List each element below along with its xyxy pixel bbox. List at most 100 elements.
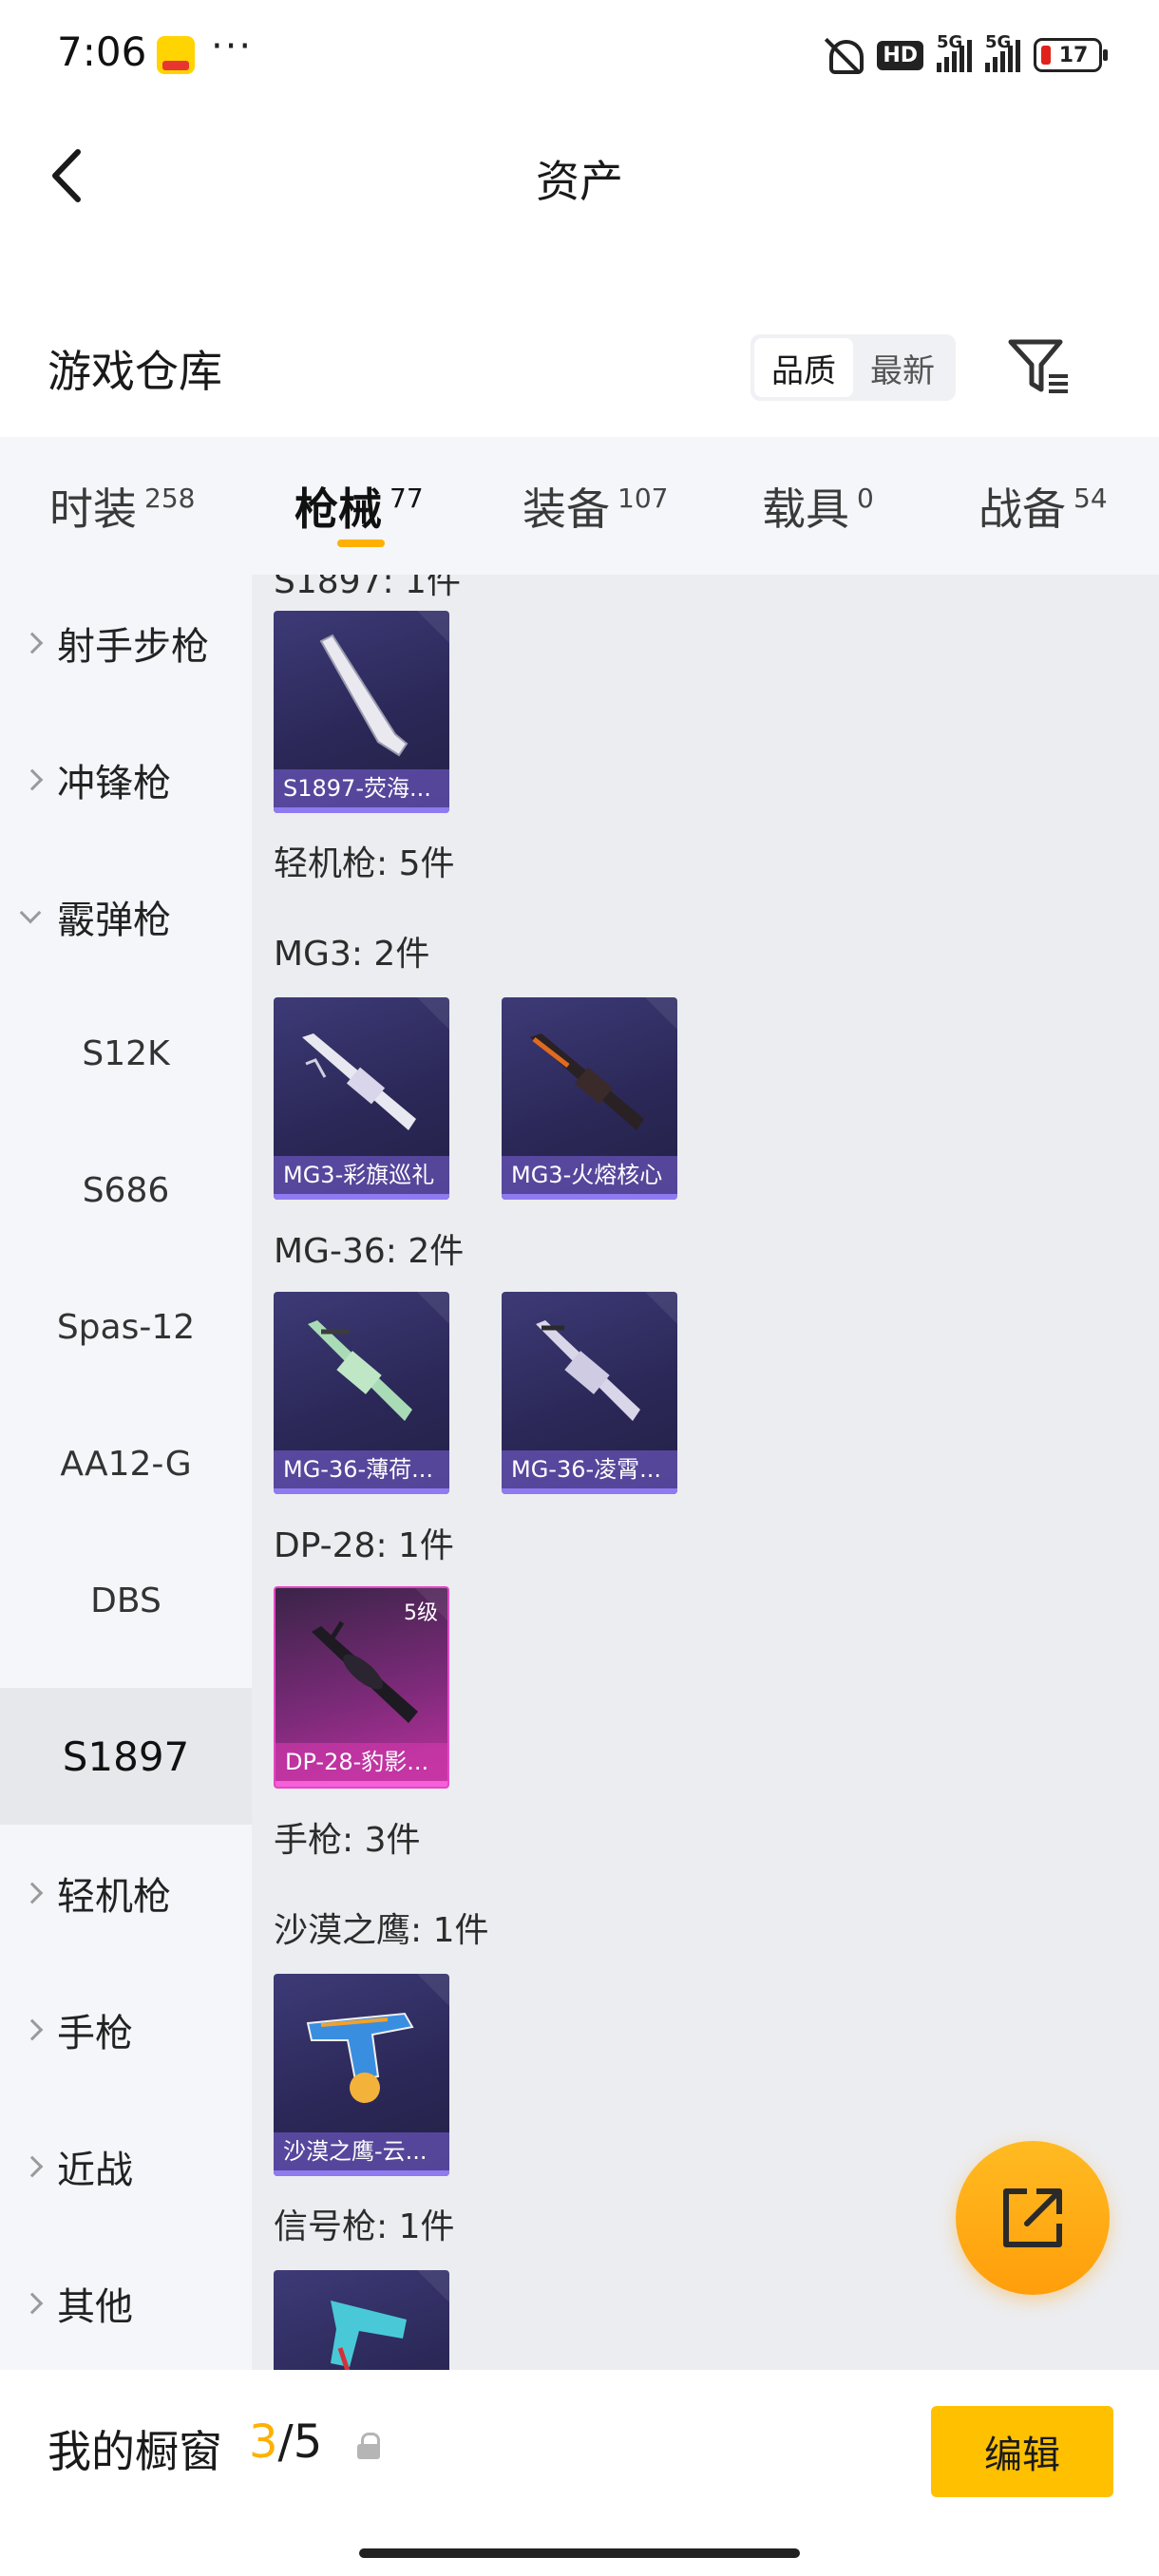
tab-equipment[interactable]: 装备 107: [522, 475, 668, 551]
battery-icon: 17: [1034, 38, 1108, 72]
sidebar-item-melee[interactable]: 近战: [0, 2098, 252, 2235]
filter-icon: [1008, 339, 1068, 393]
sidebar-item-pistol[interactable]: 手枪: [0, 1961, 252, 2098]
flare-gun-icon: [331, 2301, 407, 2370]
rifle-icon: [536, 1320, 640, 1421]
sort-by-newest-button[interactable]: 最新: [853, 338, 952, 397]
hd-voice-icon: HD: [877, 40, 923, 70]
sidebar-item-label: 手枪: [57, 2012, 133, 2055]
status-indicators: HD 5G 5G 17: [822, 32, 1108, 76]
showcase-separator: /: [277, 2415, 294, 2469]
pistol-icon: [306, 2012, 414, 2103]
item-card-flare-gun[interactable]: [274, 2270, 449, 2370]
section-header-flare-gun: 信号枪: 1件: [274, 2207, 455, 2246]
chevron-down-icon: [19, 901, 42, 924]
tab-label: 载具: [762, 483, 849, 535]
item-name: DP-28-豹影...: [276, 1743, 447, 1781]
sidebar-item-label: 射手步枪: [57, 625, 209, 669]
signal-icon-2: 5G: [985, 32, 1020, 72]
tab-count: 54: [1074, 483, 1108, 514]
item-card-s1897[interactable]: S1897-荧海...: [274, 611, 449, 813]
sort-toggle: 品质 最新: [750, 334, 956, 401]
section-header-s1897: S1897: 1件: [274, 575, 461, 601]
item-name: MG3-火熔核心: [502, 1156, 677, 1194]
lock-icon: [357, 2433, 382, 2461]
battery-level: 17: [1058, 43, 1089, 67]
mute-icon: [822, 34, 864, 76]
section-header-mg36: MG-36: 2件: [274, 1232, 465, 1271]
weapon-type-sidebar: 射手步枪 冲锋枪 霰弹枪 S12K S686 Spas-12 AA12-G DB…: [0, 575, 252, 2370]
tab-vehicles[interactable]: 载具 0: [762, 475, 874, 551]
item-name: 沙漠之鹰-云...: [274, 2132, 449, 2170]
share-button[interactable]: [956, 2141, 1110, 2295]
item-card-desert-eagle[interactable]: 沙漠之鹰-云...: [274, 1974, 449, 2176]
sidebar-item-spas-12[interactable]: Spas-12: [0, 1259, 252, 1395]
active-tab-indicator: [337, 540, 385, 547]
sidebar-item-marksman-rifle[interactable]: 射手步枪: [0, 575, 252, 711]
showcase-used: 3: [249, 2415, 278, 2469]
sidebar-item-label: 霰弹枪: [57, 899, 171, 942]
page-title: 资产: [536, 156, 623, 207]
sidebar-item-lmg[interactable]: 轻机枪: [0, 1825, 252, 1961]
sidebar-item-s686[interactable]: S686: [0, 1122, 252, 1259]
weapon-grid: S1897: 1件 S1897-荧海... 轻机枪: 5件 MG3: 2件 MG…: [252, 575, 1159, 2370]
machine-gun-icon: [312, 1620, 418, 1723]
tab-count: 0: [857, 483, 874, 514]
tab-combat-gear[interactable]: 战备 54: [978, 475, 1108, 551]
network-type-label: 5G: [937, 32, 963, 52]
showcase-label: 我的橱窗: [48, 2426, 222, 2477]
category-tabs: 时装 258 枪械 77 装备 107 载具 0 战备 54: [0, 437, 1159, 575]
sidebar-item-s12k[interactable]: S12K: [0, 985, 252, 1122]
sidebar-item-label: 轻机枪: [57, 1875, 171, 1919]
sidebar-item-s1897[interactable]: S1897: [0, 1688, 252, 1825]
tab-label: 时装: [49, 483, 137, 535]
tab-fashion[interactable]: 时装 258: [49, 475, 195, 551]
edit-showcase-button[interactable]: 编辑: [931, 2406, 1113, 2497]
chevron-right-icon: [21, 768, 44, 791]
item-name: MG-36-凌霄...: [502, 1450, 677, 1488]
signal-icon: 5G: [937, 32, 972, 72]
showcase-bar: 我的橱窗 3/5 编辑: [0, 2370, 1159, 2576]
shotgun-icon: [319, 634, 408, 757]
section-header-dp28: DP-28: 1件: [274, 1526, 454, 1565]
sort-by-quality-button[interactable]: 品质: [754, 338, 853, 397]
network-type-label-2: 5G: [985, 32, 1012, 52]
home-indicator[interactable]: [359, 2548, 800, 2558]
chevron-right-icon: [21, 632, 44, 654]
status-bar: 7:06 ··· HD 5G 5G 17: [0, 0, 1159, 114]
sidebar-item-aa12-g[interactable]: AA12-G: [0, 1395, 252, 1532]
item-card-mg36-2[interactable]: MG-36-凌霄...: [502, 1292, 677, 1494]
showcase-count: 3/5: [249, 2415, 322, 2469]
tab-label: 战备: [978, 483, 1066, 535]
filter-button[interactable]: [1005, 336, 1074, 399]
sidebar-item-shotgun[interactable]: 霰弹枪: [0, 848, 252, 985]
section-header-pistol: 手枪: 3件: [274, 1821, 421, 1860]
chevron-right-icon: [21, 2292, 44, 2315]
item-card-mg36-1[interactable]: MG-36-薄荷...: [274, 1292, 449, 1494]
tab-label: 枪械: [294, 483, 382, 535]
chevron-right-icon: [21, 1882, 44, 1904]
sidebar-item-dbs[interactable]: DBS: [0, 1532, 252, 1669]
section-header-lmg: 轻机枪: 5件: [274, 844, 455, 883]
sidebar-item-other[interactable]: 其他: [0, 2235, 252, 2370]
section-header-mg3: MG3: 2件: [274, 935, 430, 974]
chevron-right-icon: [21, 2155, 44, 2178]
tab-count: 77: [390, 483, 424, 514]
sidebar-item-label: 近战: [57, 2149, 133, 2192]
item-name: S1897-荧海...: [274, 769, 449, 807]
item-name: MG3-彩旗巡礼: [274, 1156, 449, 1194]
item-card-dp28[interactable]: 5级 DP-28-豹影...: [274, 1586, 449, 1789]
machine-gun-icon: [530, 1033, 644, 1130]
item-card-mg3-2[interactable]: MG3-火熔核心: [502, 997, 677, 1200]
sidebar-item-smg[interactable]: 冲锋枪: [0, 711, 252, 848]
tab-count: 107: [618, 483, 669, 514]
section-header-desert-eagle: 沙漠之鹰: 1件: [274, 1911, 489, 1950]
item-name: MG-36-薄荷...: [274, 1450, 449, 1488]
machine-gun-icon: [302, 1033, 416, 1130]
status-time: 7:06: [57, 28, 147, 75]
rifle-icon: [308, 1320, 412, 1421]
item-card-mg3-1[interactable]: MG3-彩旗巡礼: [274, 997, 449, 1200]
share-icon: [1003, 2188, 1062, 2247]
chevron-right-icon: [21, 2018, 44, 2041]
warehouse-title: 游戏仓库: [48, 346, 222, 397]
